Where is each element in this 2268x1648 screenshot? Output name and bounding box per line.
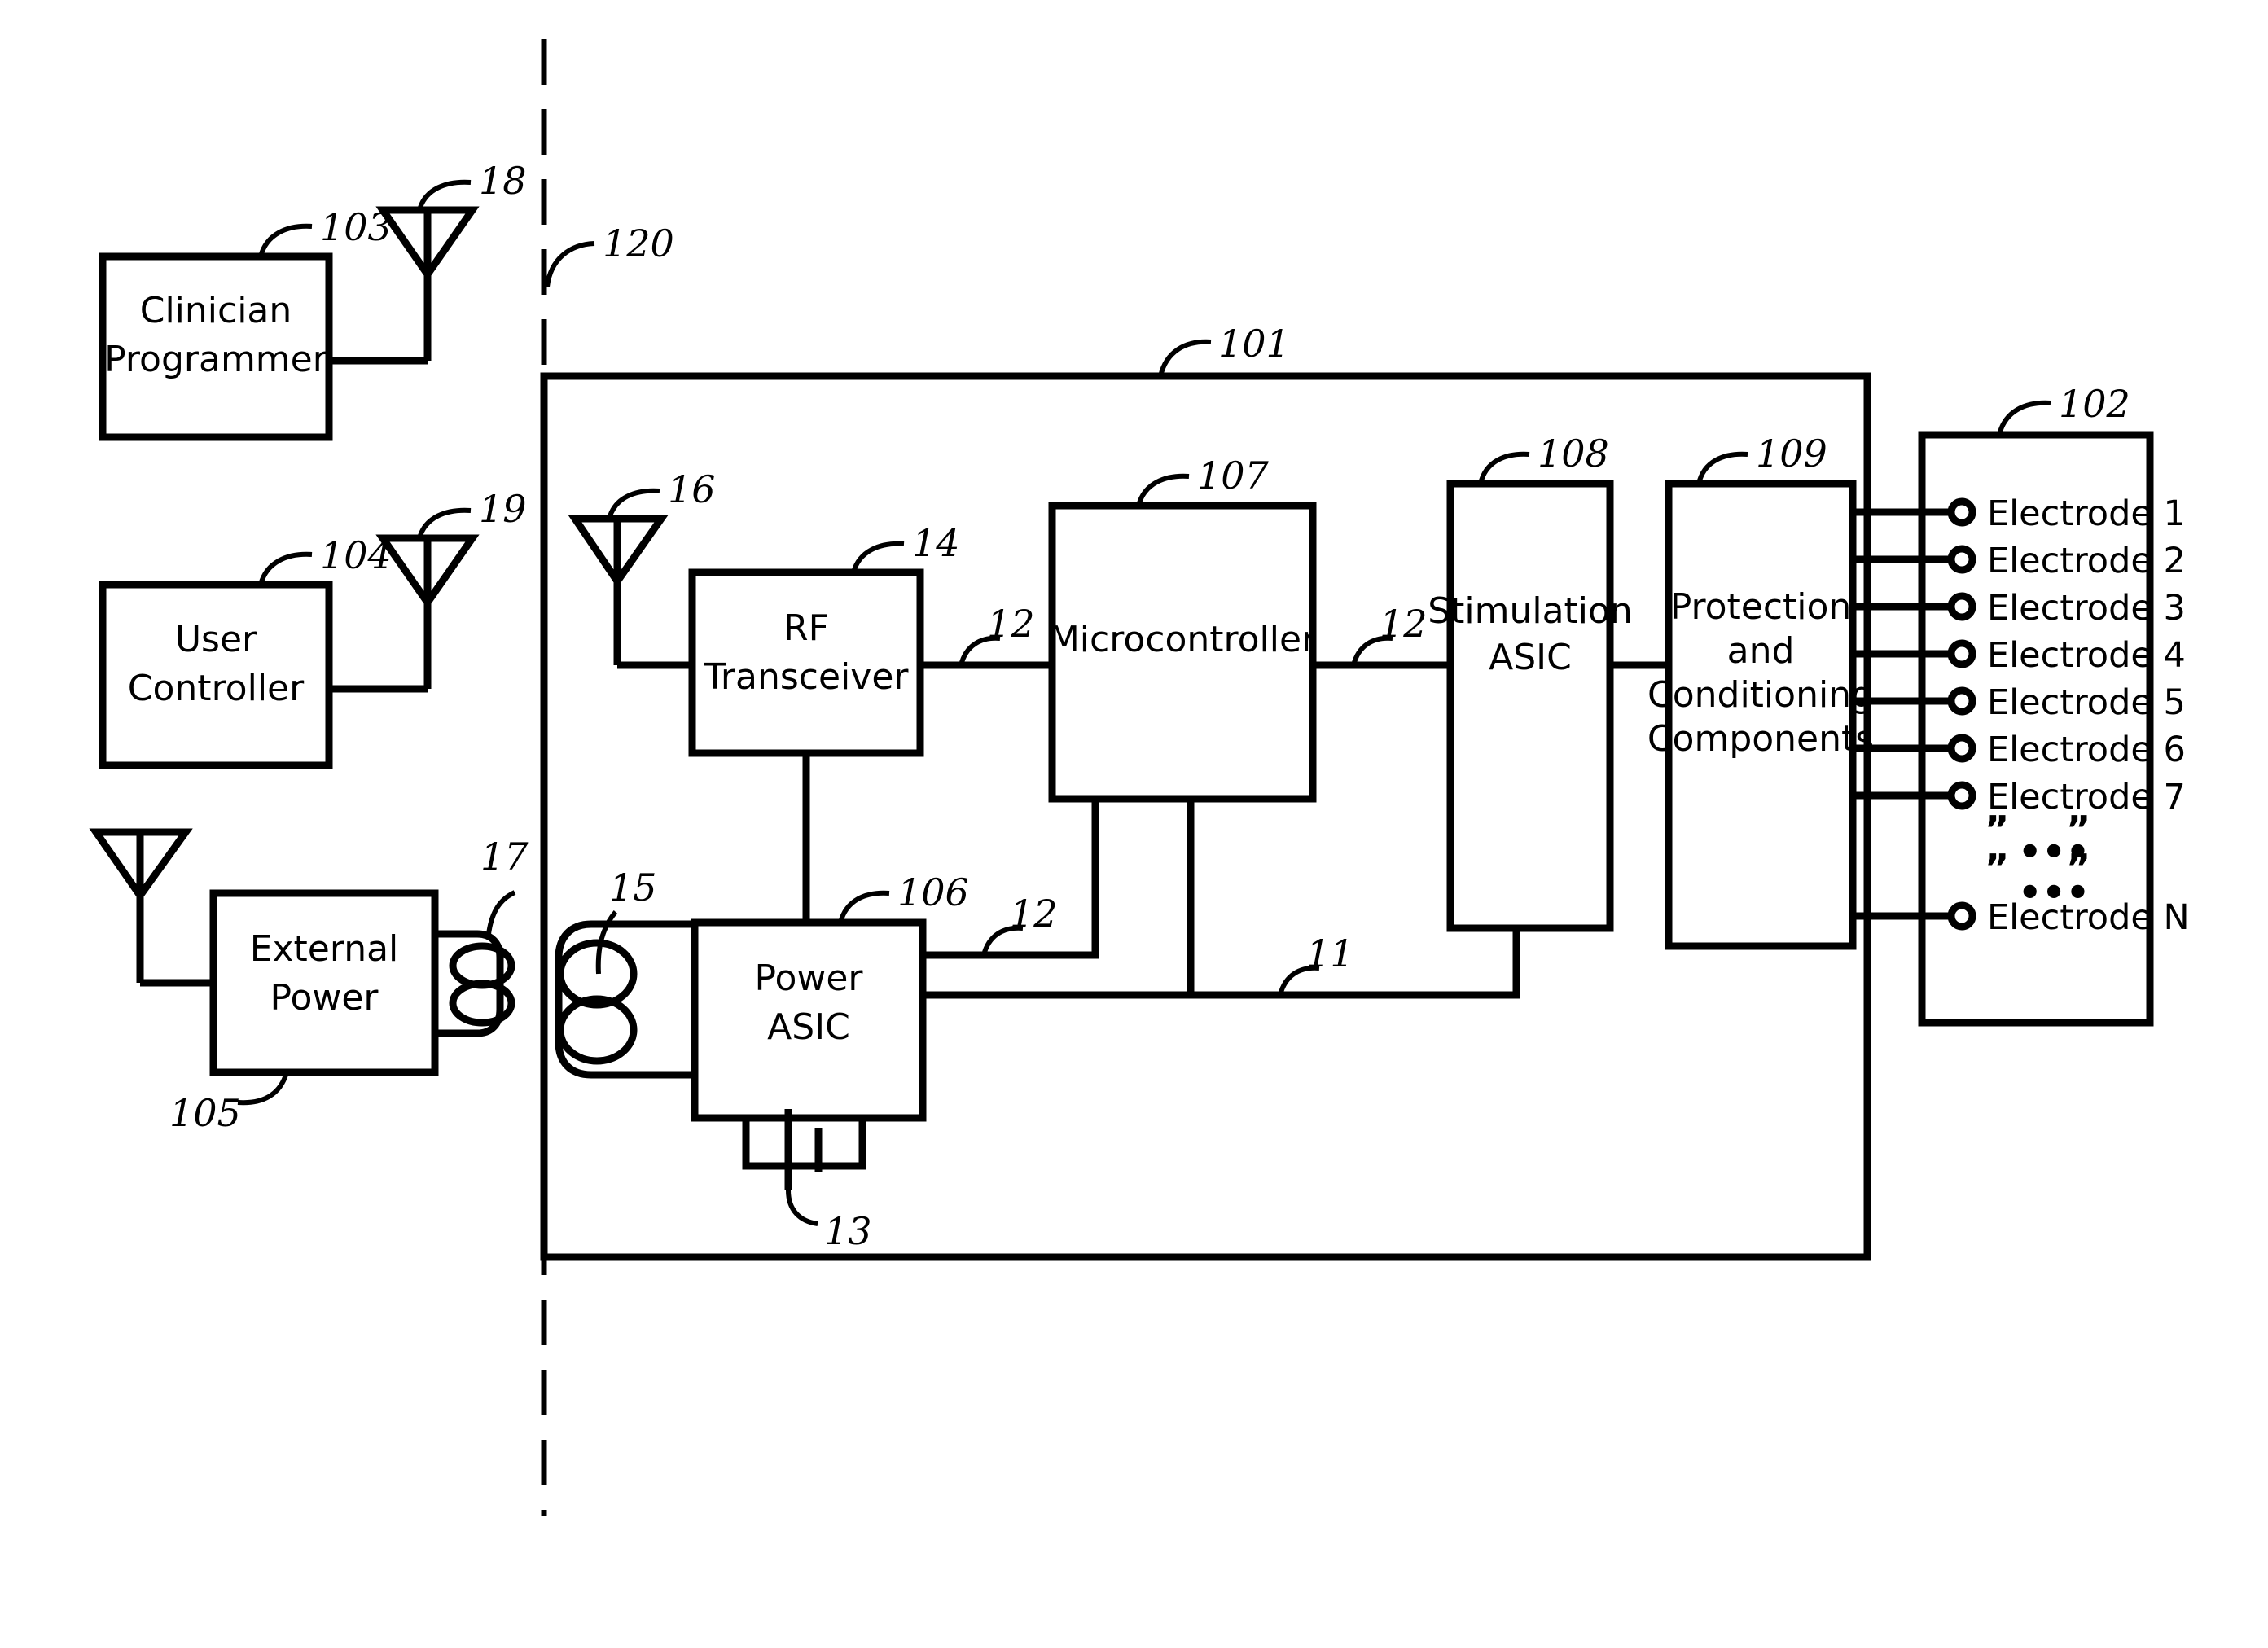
user-controller-group: User Controller 19 104 (99, 487, 527, 769)
stimulation-asic-label-line1: Stimulation (1428, 590, 1633, 632)
electrode-terminal-1[interactable] (1947, 497, 1976, 527)
protection-conditioning-leader (1696, 451, 1748, 484)
electrode-terminal-n[interactable] (1947, 901, 1976, 931)
ref-label-105: 105 (169, 1091, 241, 1135)
ref-label-12-transceiver-micro: 12 (987, 602, 1035, 646)
coil-icon-17 (435, 930, 515, 1037)
ref-label-102: 102 (2059, 382, 2130, 426)
stimulation-asic-label-line2: ASIC (1489, 637, 1572, 678)
antenna-icon-19 (375, 534, 480, 609)
coil-icon-15 (555, 920, 695, 1079)
stimulation-asic-group: Stimulation ASIC 108 (1428, 432, 1633, 932)
electrode-terminal-5[interactable] (1947, 686, 1976, 716)
ref-label-13: 13 (824, 1209, 872, 1253)
protection-conditioning-group: Protection and Conditioning Components 1… (1647, 432, 1874, 950)
external-power-leader (237, 1072, 289, 1106)
electrode-label-6: Electrode 6 (1987, 730, 2186, 770)
electrode-row: Electrode 1 (1853, 493, 2186, 534)
electrode-terminal-6[interactable] (1947, 734, 1976, 763)
ref-label-101: 101 (1218, 322, 1290, 366)
implant-ref-leader (1158, 339, 1212, 377)
bus-power-11 (923, 928, 1520, 999)
ref-label-16: 16 (668, 467, 716, 511)
electrode-row: Electrode 2 (1853, 541, 2186, 581)
filler-quote-left-1: ” (1985, 808, 2009, 852)
rf-transceiver-group: RF Transceiver 16 14 (568, 467, 960, 757)
ref-label-104: 104 (320, 533, 392, 577)
antenna-18-leader (417, 179, 472, 211)
stimulation-asic-box[interactable] (1446, 480, 1614, 932)
clinician-programmer-label-line2: Programmer (104, 339, 328, 380)
electrode-row: Electrode 7 (1853, 777, 2186, 817)
microcontroller-label-line1: Microcontroller (1049, 619, 1317, 660)
ref-label-17: 17 (480, 835, 529, 879)
coil-17-leader (486, 890, 516, 935)
user-controller-leader (258, 551, 313, 585)
electrode-label-1: Electrode 1 (1987, 493, 2186, 534)
electrode-array-group: 102 Electrode 1 Electrode 2 Electrode 3 … (1853, 382, 2190, 1027)
ref-label-107: 107 (1197, 454, 1270, 497)
clinician-programmer-leader (258, 223, 313, 257)
electrode-terminal-3[interactable] (1947, 592, 1976, 621)
ref-label-14: 14 (912, 521, 960, 565)
electrode-label-3: Electrode 3 (1987, 588, 2186, 629)
clinician-programmer-label-line1: Clinician (140, 290, 292, 331)
electrode-row: Electrode N (1853, 897, 2190, 938)
protection-label-line2: and (1727, 630, 1795, 672)
external-power-label-line2: Power (270, 977, 379, 1019)
rf-transceiver-label-line1: RF (783, 607, 829, 649)
ref-label-106: 106 (897, 870, 969, 914)
power-asic-label-line2: ASIC (767, 1006, 850, 1048)
power-asic-group: Power ASIC 15 106 13 (555, 866, 969, 1253)
electrode-label-2: Electrode 2 (1987, 541, 2186, 581)
electrode-label-4: Electrode 4 (1987, 635, 2186, 676)
rf-transceiver-leader (851, 541, 905, 573)
ref-label-120: 120 (603, 221, 674, 265)
protection-label-line1: Protection (1670, 586, 1852, 628)
ref-label-103: 103 (320, 205, 392, 249)
protection-label-line3: Conditioning (1647, 674, 1874, 716)
antenna-16-leader (607, 488, 660, 519)
ref-label-12-power-micro: 12 (1010, 892, 1058, 936)
antenna-icon-18 (375, 206, 480, 281)
ref-label-19: 19 (479, 487, 527, 531)
electrode-label-5: Electrode 5 (1987, 682, 2186, 723)
microcontroller-group: Microcontroller 107 (1048, 454, 1317, 803)
ref-label-109: 109 (1756, 432, 1827, 476)
block-diagram-svg: 120 101 Clinician Programmer 18 103 User… (89, 39, 2190, 1516)
electrode-terminal-4[interactable] (1947, 639, 1976, 668)
antenna-icon-16 (568, 515, 669, 588)
ref-label-11: 11 (1306, 931, 1354, 975)
power-asic-leader (838, 890, 890, 923)
electrode-terminal-7[interactable] (1947, 781, 1976, 810)
rf-transceiver-label-line2: Transceiver (704, 656, 910, 698)
user-controller-label-line2: Controller (128, 668, 305, 709)
user-controller-label-line1: User (175, 619, 257, 660)
ref-label-15: 15 (609, 866, 657, 909)
protection-label-line4: Components (1647, 718, 1874, 760)
electrode-terminal-2[interactable] (1947, 545, 1976, 574)
electrode-array-leader (1997, 400, 2051, 436)
electrode-row: Electrode 6 (1853, 730, 2186, 770)
microcontroller-leader (1136, 473, 1190, 506)
antenna-19-leader (417, 507, 472, 539)
power-asic-label-line1: Power (754, 958, 863, 999)
external-power-label-line1: External (250, 928, 399, 970)
boundary-ref-leader (545, 241, 595, 287)
antenna-icon-external-power (89, 828, 193, 902)
external-power-group: External Power 17 105 (89, 828, 529, 1135)
ref-label-12-micro-stim: 12 (1380, 602, 1428, 646)
electrode-row: Electrode 4 (1853, 635, 2186, 676)
stimulation-asic-leader (1478, 451, 1530, 484)
filler-quote-left-2: ” (1985, 846, 2009, 890)
battery-13-leader (786, 1190, 818, 1226)
ref-label-108: 108 (1538, 432, 1609, 476)
electrode-label-n: Electrode N (1987, 897, 2190, 938)
patent-figure-page: 120 101 Clinician Programmer 18 103 User… (0, 0, 2268, 1648)
ref-label-18: 18 (479, 159, 527, 203)
electrode-row: Electrode 5 (1853, 682, 2186, 723)
clinician-programmer-group: Clinician Programmer 18 103 (99, 159, 527, 441)
electrode-row: Electrode 3 (1853, 588, 2186, 629)
